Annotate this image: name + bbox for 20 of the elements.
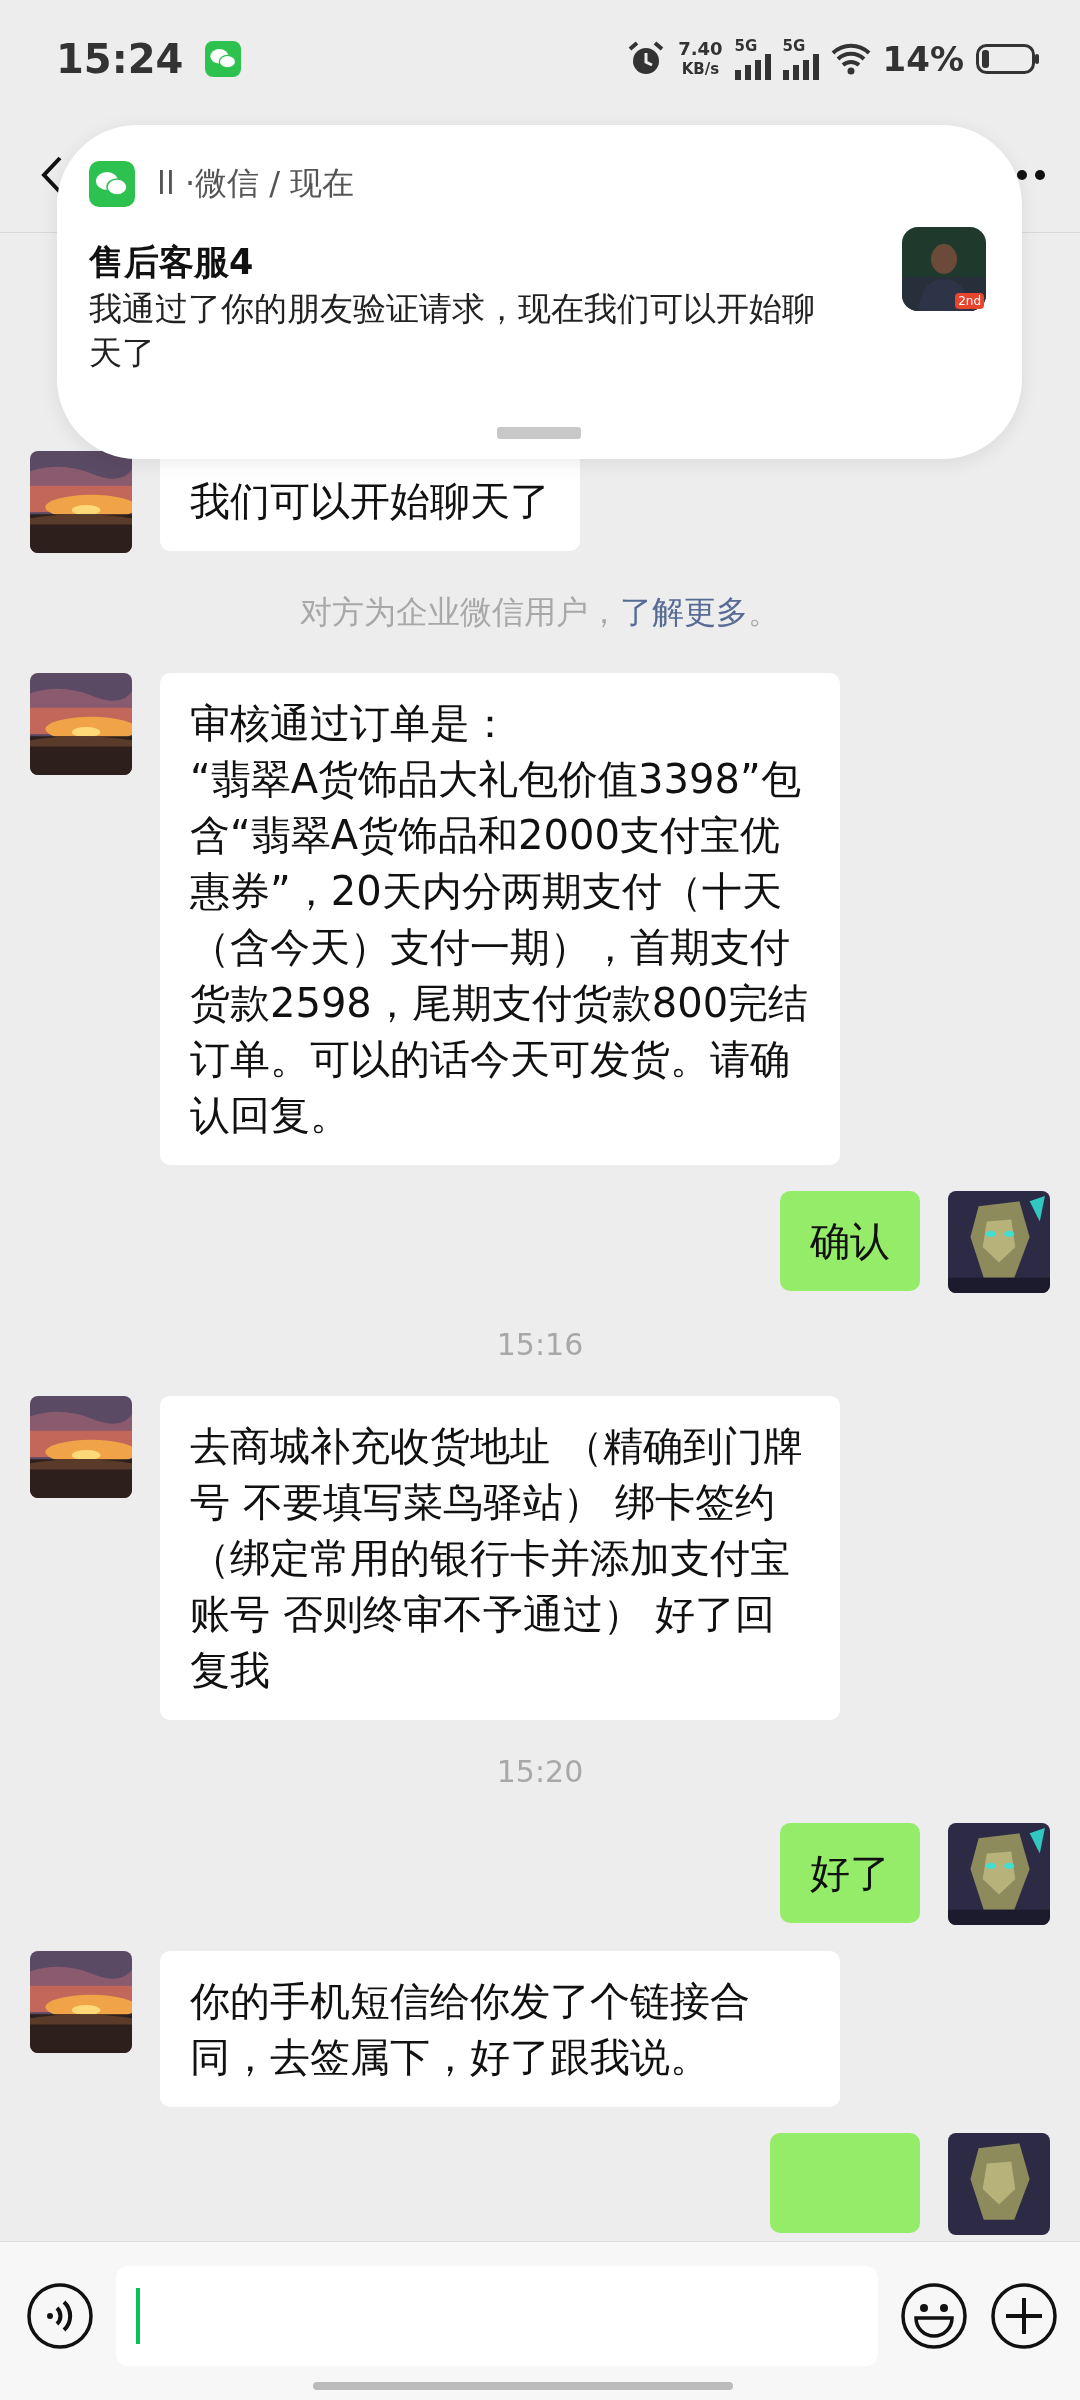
message-bubble: 去商城补充收货地址 （精确到门牌号 不要填写菜鸟驿站） 绑卡签约（绑定常用的银行卡并添加支付宝账号 否则终审不予通过） 好了回复我: [160, 1396, 840, 1720]
notification-sender: 售后客服4: [89, 241, 255, 284]
network-type: 5G: [782, 38, 806, 54]
battery-percent: 14%: [882, 39, 964, 79]
notification-text: 我通过了你的朋友验证请求，现在我们可以开始聊天了: [89, 288, 816, 374]
network-type: 5G: [734, 38, 758, 54]
speed-unit: KB/s: [681, 59, 720, 79]
learn-more-link[interactable]: 了解更多: [620, 593, 748, 631]
message-bubble: 好了: [780, 1823, 920, 1923]
timestamp: 15:20: [496, 1754, 584, 1789]
notification-card[interactable]: ll ·微信 / 现在 售后客服4 我通过了你的朋友验证请求，现在我们可以开始聊天了 2nd: [57, 125, 1022, 459]
notification-badge: 2nd: [955, 293, 984, 309]
speed-value: 7.40: [678, 39, 723, 59]
notification-app: ll ·微信 / 现在: [157, 163, 355, 204]
message-bubble: 审核通过订单是： “翡翠A货饰品大礼包价值3398”包含“翡翠A货饰品和2000支付宝优惠券”，20天内分两期支付（十天（含今天）支付一期），首期支付货款2598，尾期支付货款800完结订单。可以的话今天可发货。请确认回复。: [160, 673, 840, 1165]
message-bubble: 你的手机短信给你发了个链接合同，去签属下，好了跟我说。: [160, 1951, 840, 2107]
message-bubble: 确认: [780, 1191, 920, 1291]
system-notice: 对方为企业微信用户，了解更多。: [300, 593, 780, 631]
timestamp: 15:16: [496, 1327, 584, 1362]
status-time: 15:24: [56, 36, 184, 82]
